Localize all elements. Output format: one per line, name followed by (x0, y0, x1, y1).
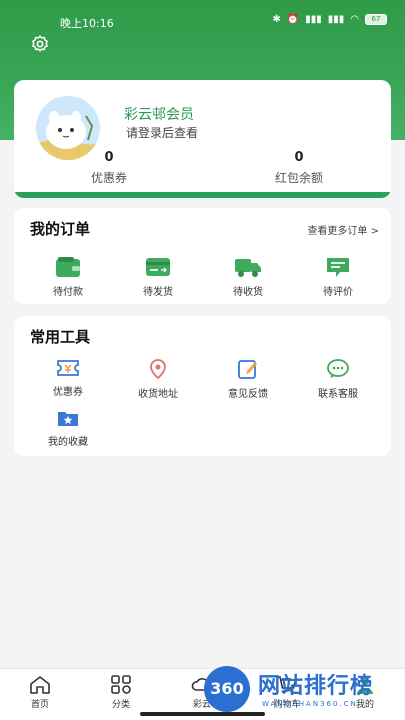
tool-label: 意见反馈 (228, 389, 268, 400)
alarm-icon: ⏰ (286, 14, 300, 25)
nav-home[interactable]: 首页 (10, 675, 70, 710)
signal-icon: ▮▮▮ (305, 14, 322, 25)
watermark-badge: 360 (204, 666, 250, 712)
order-pending-shipment[interactable]: 待发货 (118, 256, 198, 298)
red-packet-stat[interactable]: 0 红包余额 (239, 150, 359, 186)
login-hint[interactable]: 请登录后查看 (126, 124, 198, 141)
wifi-icon: ◠ (350, 14, 359, 25)
order-item-label: 待付款 (53, 287, 83, 298)
category-icon (111, 675, 131, 694)
coupon-icon (57, 360, 79, 376)
bluetooth-icon: ✱ (272, 14, 281, 25)
status-icons: ✱ ⏰ ▮▮▮ ▮▮▮ ◠ 67 (272, 14, 387, 25)
tool-label: 优惠券 (53, 387, 83, 398)
tool-coupon[interactable]: 优惠券 (28, 358, 108, 398)
battery-icon: 67 (365, 14, 387, 25)
comment-icon (327, 258, 349, 277)
nav-label: 首页 (30, 700, 49, 710)
order-item-label: 待收货 (233, 287, 263, 298)
order-item-label: 待评价 (323, 287, 353, 298)
feedback-icon (238, 360, 257, 379)
member-card[interactable]: 彩云邨会员 请登录后查看 0 优惠券 0 红包余额 (14, 80, 391, 198)
nav-category[interactable]: 分类 (91, 675, 151, 710)
favorites-icon (58, 412, 78, 426)
location-icon (150, 359, 166, 380)
home-indicator (140, 712, 265, 716)
order-pending-payment[interactable]: 待付款 (28, 256, 108, 298)
orders-title: 我的订单 (30, 220, 91, 238)
orders-card: 我的订单 查看更多订单 > 待付款 待发货 待收货 待评价 (14, 208, 391, 304)
nav-label: 分类 (111, 700, 130, 710)
tool-feedback[interactable]: 意见反馈 (208, 358, 288, 400)
home-icon (30, 676, 50, 694)
status-bar: 晚上10:16 ✱ ⏰ ▮▮▮ ▮▮▮ ◠ 67 (0, 0, 405, 40)
tool-customer-service[interactable]: 联系客服 (298, 358, 378, 400)
tools-card: 常用工具 优惠券 收货地址 意见反馈 联系客服 我的收藏 (14, 316, 391, 456)
order-item-label: 待发货 (143, 287, 173, 298)
wallet-icon (56, 257, 80, 277)
tool-label: 收货地址 (138, 389, 178, 400)
status-time: 晚上10:16 (60, 17, 114, 30)
order-pending-review[interactable]: 待评价 (298, 256, 378, 298)
settings-icon[interactable] (30, 34, 50, 54)
truck-icon (235, 259, 261, 277)
member-name[interactable]: 彩云邨会员 (124, 104, 194, 124)
tools-title: 常用工具 (30, 328, 91, 346)
tool-label: 我的收藏 (48, 437, 88, 448)
signal-icon-2: ▮▮▮ (327, 14, 345, 25)
red-packet-label: 红包余额 (274, 171, 323, 185)
red-packet-balance: 0 (294, 150, 304, 165)
card-ship-icon (146, 258, 170, 276)
coupon-label: 优惠券 (90, 171, 127, 185)
watermark-text: 网站排行榜 (258, 674, 374, 699)
tool-address[interactable]: 收货地址 (118, 358, 198, 400)
tool-favorites[interactable]: 我的收藏 (28, 408, 108, 448)
watermark-subtext: WANGZHAN360.CN (262, 700, 358, 708)
tool-label: 联系客服 (318, 389, 358, 400)
service-icon (327, 359, 349, 378)
member-card-stripe (14, 192, 391, 198)
coupon-count: 0 (104, 150, 114, 165)
view-more-orders-link[interactable]: 查看更多订单 > (307, 222, 379, 237)
order-pending-receipt[interactable]: 待收货 (208, 256, 288, 298)
coupon-stat[interactable]: 0 优惠券 (49, 150, 169, 186)
